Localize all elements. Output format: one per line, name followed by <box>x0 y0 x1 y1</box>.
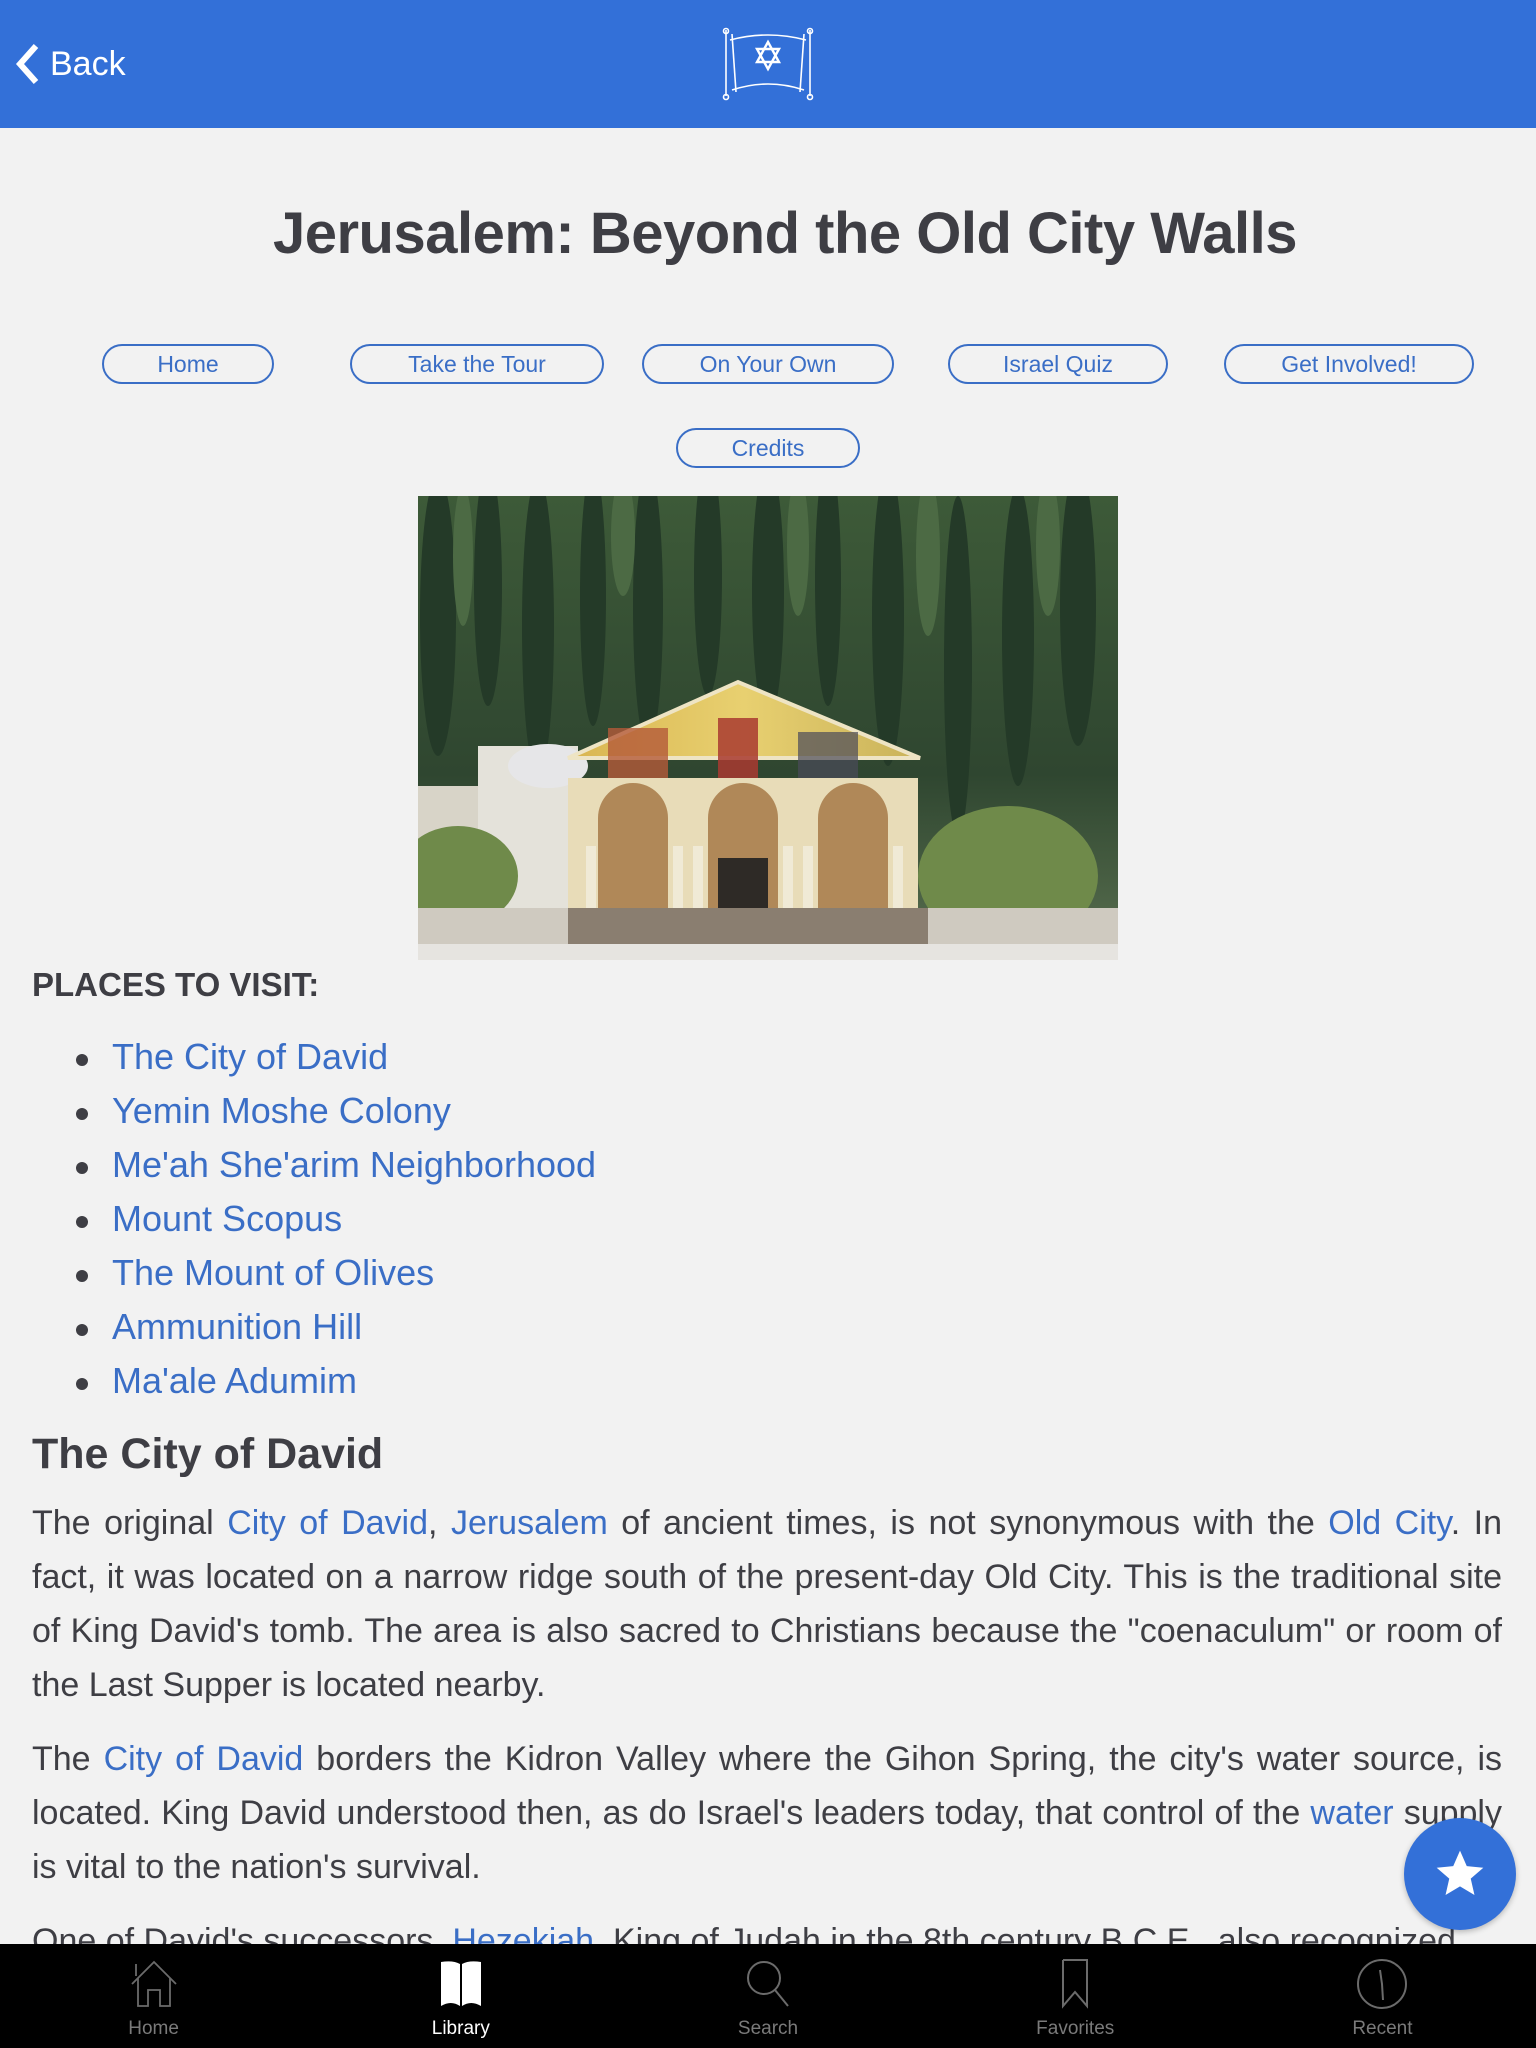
tab-library[interactable]: Library <box>307 1944 614 2048</box>
content-area[interactable]: Jerusalem: Beyond the Old City Walls Hom… <box>0 128 1536 1944</box>
link-city-of-david[interactable]: City of David <box>104 1740 304 1778</box>
article-paragraph-3: One of David's successors, Hezekiah, Kin… <box>32 1914 1502 1944</box>
article-paragraph-1: The original City of David, Jerusalem of… <box>32 1496 1502 1712</box>
tab-label: Recent <box>1352 2018 1413 2039</box>
favorite-fab-button[interactable] <box>1404 1818 1516 1930</box>
place-link-mount-scopus[interactable]: Mount Scopus <box>112 1198 342 1239</box>
place-link-ammunition-hill[interactable]: Ammunition Hill <box>112 1306 362 1347</box>
bottom-tab-bar: Home Library Search Favorites Recent <box>0 1944 1536 2048</box>
tab-favorites[interactable]: Favorites <box>922 1944 1229 2048</box>
link-hezekiah[interactable]: Hezekiah <box>452 1922 594 1944</box>
page-title: Jerusalem: Beyond the Old City Walls <box>272 201 1298 266</box>
list-item: Me'ah She'arim Neighborhood <box>0 1138 800 1192</box>
nav-button-get-involved[interactable]: Get Involved! <box>1224 344 1474 384</box>
tab-label: Library <box>431 2018 490 2039</box>
back-label: Back <box>50 44 126 83</box>
article-paragraph-2: The City of David borders the Kidron Val… <box>32 1732 1502 1894</box>
tab-label: Home <box>128 2018 179 2039</box>
back-button[interactable]: Back <box>14 38 126 90</box>
link-jerusalem[interactable]: Jerusalem <box>451 1504 608 1542</box>
hero-image <box>418 496 1118 960</box>
list-item: Mount Scopus <box>0 1192 800 1246</box>
link-city-of-david[interactable]: City of David <box>227 1504 428 1542</box>
house-icon <box>130 1960 177 2007</box>
nav-button-home[interactable]: Home <box>102 344 274 384</box>
list-item: Ammunition Hill <box>0 1300 800 1354</box>
nav-button-israel-quiz[interactable]: Israel Quiz <box>948 344 1168 384</box>
places-list: The City of David Yemin Moshe Colony Me'… <box>0 1030 800 1408</box>
clock-icon <box>1357 1959 1408 2009</box>
tab-recent[interactable]: Recent <box>1229 1944 1536 2048</box>
text: The <box>32 1740 104 1778</box>
nav-button-on-your-own[interactable]: On Your Own <box>642 344 894 384</box>
link-old-city[interactable]: Old City <box>1328 1504 1450 1542</box>
place-link-maale-adumim[interactable]: Ma'ale Adumim <box>112 1360 357 1401</box>
list-item: The City of David <box>0 1030 800 1084</box>
tab-search[interactable]: Search <box>614 1944 921 2048</box>
text: One of David's successors, <box>32 1922 453 1944</box>
text: , <box>428 1504 451 1542</box>
open-book-icon <box>440 1961 481 2006</box>
places-heading: PLACES TO VISIT: <box>32 966 320 1003</box>
tab-label: Search <box>737 2018 799 2039</box>
place-link-yemin-moshe[interactable]: Yemin Moshe Colony <box>112 1090 451 1131</box>
list-item: Ma'ale Adumim <box>0 1354 800 1408</box>
place-link-city-of-david[interactable]: The City of David <box>112 1036 388 1077</box>
tab-label: Favorites <box>1036 2018 1115 2039</box>
star-icon <box>1436 1850 1484 1895</box>
text: of ancient times, is not synonymous with… <box>607 1504 1329 1542</box>
chevron-left-icon <box>15 44 39 84</box>
text: The original <box>32 1504 228 1542</box>
nav-button-credits[interactable]: Credits <box>676 428 860 468</box>
list-item: The Mount of Olives <box>0 1246 800 1300</box>
nav-button-take-the-tour[interactable]: Take the Tour <box>350 344 604 384</box>
article-heading: The City of David <box>32 1430 384 1478</box>
tab-home[interactable]: Home <box>0 1944 307 2048</box>
torah-scroll-logo-icon <box>722 27 814 101</box>
link-water[interactable]: water <box>1310 1794 1393 1832</box>
navbar: Back <box>0 0 1536 128</box>
bookmark-icon <box>1062 1959 1089 2009</box>
place-link-meah-shearim[interactable]: Me'ah She'arim Neighborhood <box>112 1144 596 1185</box>
place-link-mount-of-olives[interactable]: The Mount of Olives <box>112 1252 434 1293</box>
text: , King of Judah in the 8th century B.C.E… <box>594 1922 1456 1944</box>
magnifier-icon <box>747 1961 789 2007</box>
list-item: Yemin Moshe Colony <box>0 1084 800 1138</box>
